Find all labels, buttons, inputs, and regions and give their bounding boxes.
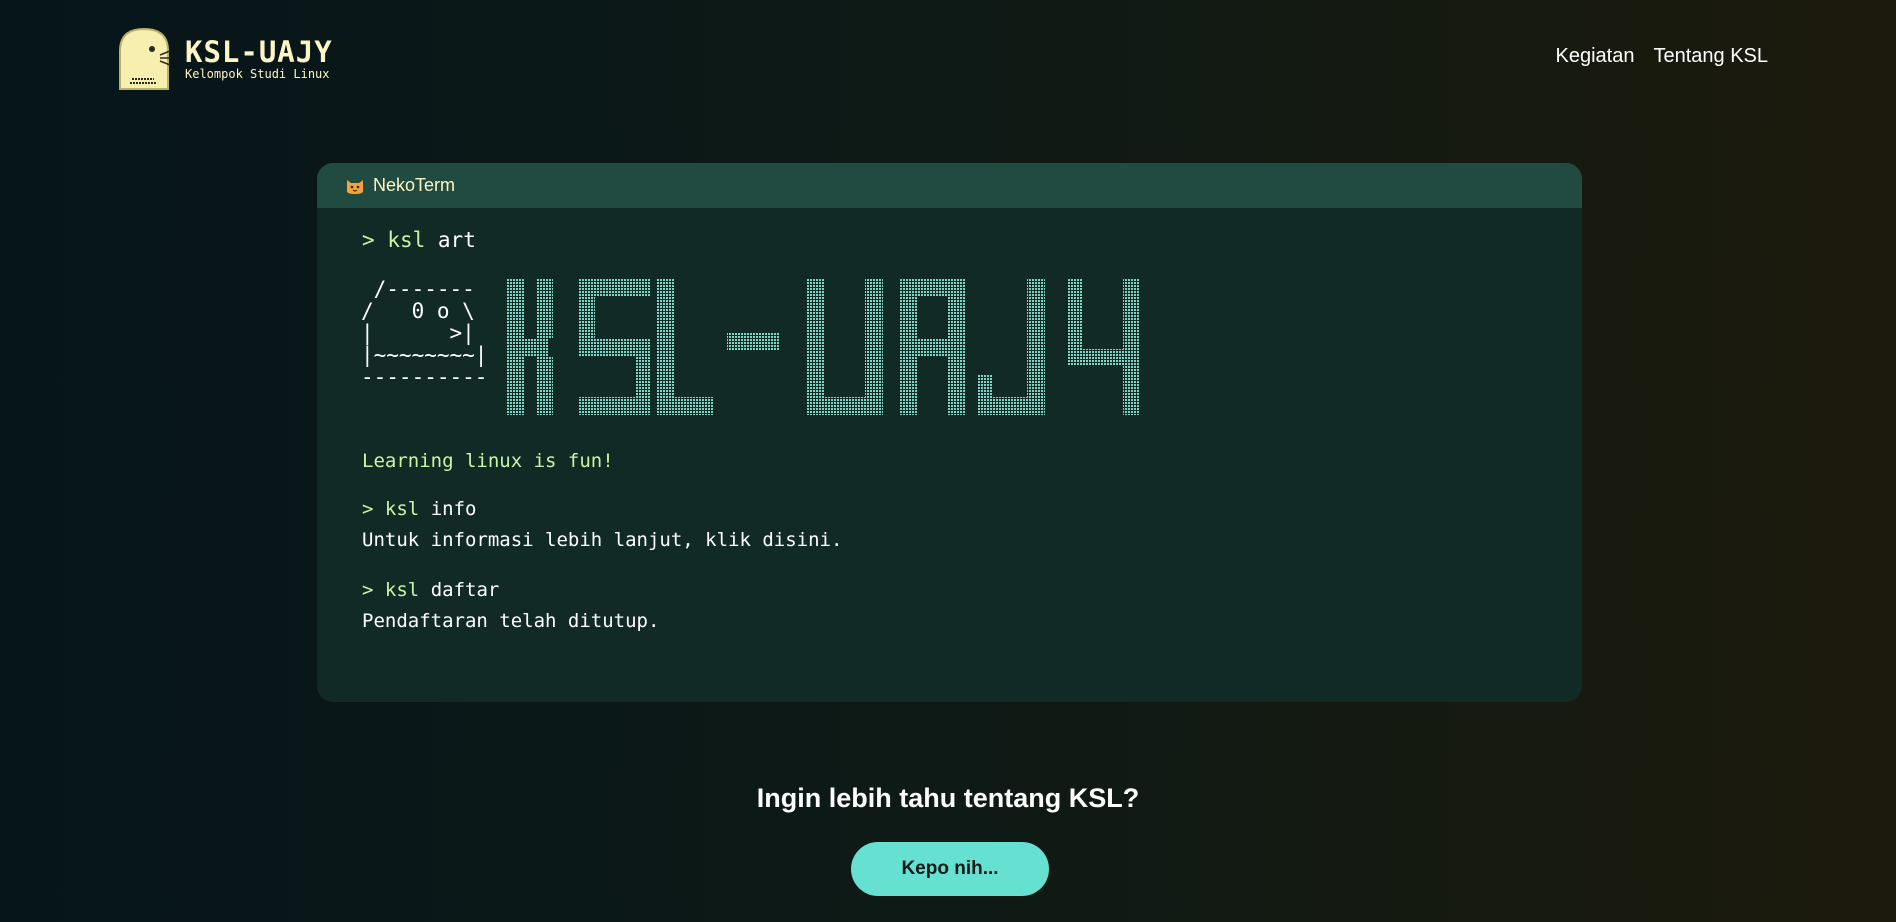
- command-arg: info: [430, 498, 477, 520]
- command-line-daftar: > ksl daftar: [362, 579, 499, 601]
- info-link-text[interactable]: Untuk informasi lebih lanjut, klik disin…: [362, 529, 842, 551]
- terminal-title: NekoTerm: [373, 175, 456, 195]
- command-arg: daftar: [430, 579, 500, 601]
- cta-heading: Ingin lebih tahu tentang KSL?: [756, 783, 1140, 813]
- daftar-status-text: Pendaftaran telah ditutup.: [362, 610, 660, 632]
- kepo-button[interactable]: Kepo nih...: [851, 842, 1049, 896]
- command-keyword: ksl: [387, 228, 426, 252]
- command-keyword: ksl: [384, 579, 420, 601]
- ghost-mascot-icon: [119, 27, 171, 90]
- ksl-uajy-ascii-logo: [507, 279, 1139, 415]
- ascii-cat-art: /------- / 0 o \ | >| |~~~~~~~~| -------…: [361, 277, 488, 389]
- site-logo[interactable]: KSL-UAJY Kelompok Studi Linux: [116, 27, 333, 91]
- logo-text: KSL-UAJY Kelompok Studi Linux: [185, 37, 333, 81]
- nav-link-tentang-ksl[interactable]: Tentang KSL: [1653, 45, 1768, 68]
- logo-title: KSL-UAJY: [185, 35, 333, 69]
- prompt-symbol: >: [362, 498, 374, 520]
- nav-link-kegiatan[interactable]: Kegiatan: [1556, 45, 1635, 68]
- main-nav: Kegiatan Tentang KSL: [1556, 45, 1769, 68]
- site-header: KSL-UAJY Kelompok Studi Linux Kegiatan T…: [0, 0, 1896, 120]
- prompt-symbol: >: [362, 579, 374, 601]
- logo-subtitle: Kelompok Studi Linux: [185, 67, 330, 81]
- command-keyword: ksl: [384, 498, 420, 520]
- terminal-window: NekoTerm > ksl art /------- / 0 o \ | >|…: [317, 163, 1582, 702]
- cat-face-icon: [347, 179, 363, 194]
- command-line-art: > ksl art: [362, 228, 476, 252]
- terminal-title-bar: NekoTerm: [317, 163, 1582, 208]
- prompt-symbol: >: [362, 228, 375, 252]
- command-line-info: > ksl info: [362, 498, 476, 520]
- tagline-text: Learning linux is fun!: [362, 450, 614, 472]
- command-arg: art: [437, 228, 476, 252]
